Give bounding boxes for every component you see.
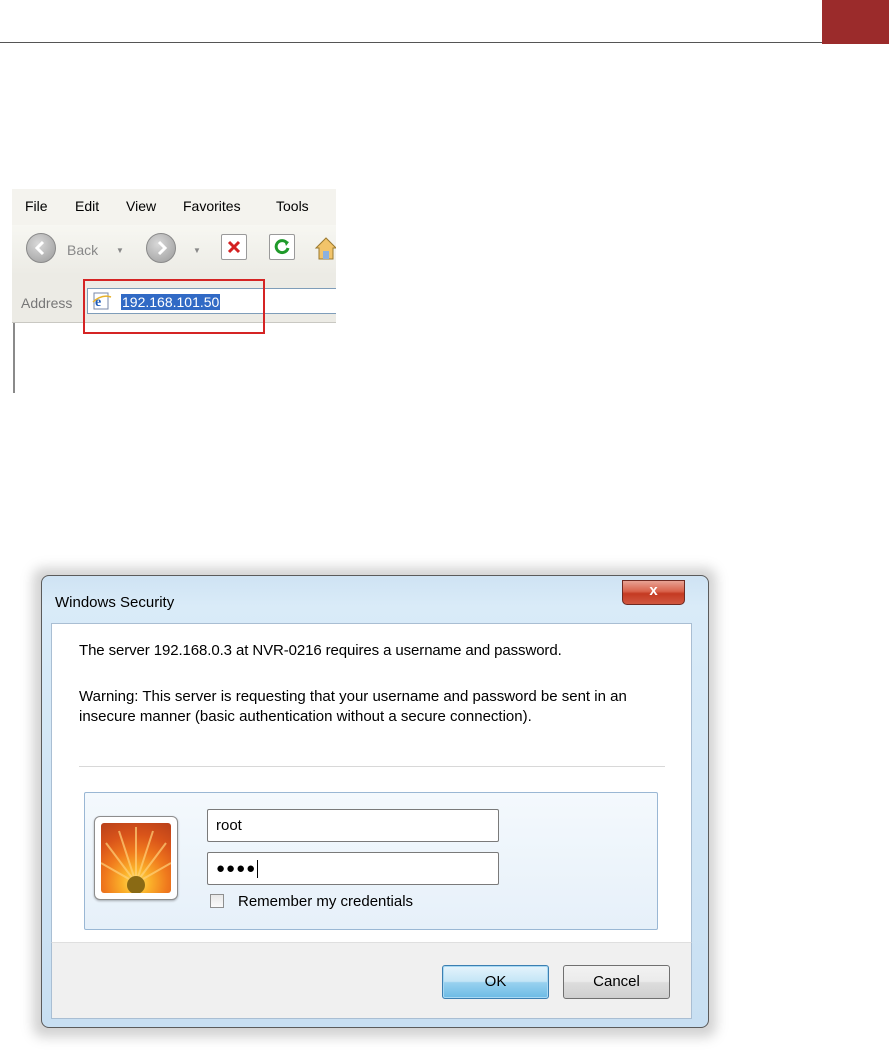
dialog-title: Windows Security bbox=[55, 594, 175, 611]
menu-edit[interactable]: Edit bbox=[75, 198, 99, 214]
remember-checkbox[interactable] bbox=[210, 894, 224, 908]
menu-file[interactable]: File bbox=[25, 198, 48, 214]
server-message: The server 192.168.0.3 at NVR-0216 requi… bbox=[79, 642, 562, 659]
header-rule bbox=[0, 42, 822, 43]
forward-dropdown-icon[interactable]: ▼ bbox=[193, 246, 201, 255]
stop-icon bbox=[227, 240, 241, 254]
cancel-button[interactable]: Cancel bbox=[563, 965, 670, 999]
username-value: root bbox=[216, 817, 242, 834]
windows-security-dialog: Windows Security x The server 192.168.0.… bbox=[41, 575, 709, 1028]
remember-label[interactable]: Remember my credentials bbox=[238, 893, 413, 910]
user-avatar-flower-icon bbox=[101, 823, 171, 893]
address-label: Address bbox=[21, 295, 73, 311]
browser-content-edge bbox=[13, 323, 15, 393]
divider bbox=[79, 766, 665, 767]
password-input[interactable]: ●●●● bbox=[207, 852, 499, 885]
menu-favorites[interactable]: Favorites bbox=[183, 198, 241, 214]
stop-button[interactable] bbox=[221, 234, 247, 260]
back-arrow-icon bbox=[34, 240, 45, 256]
back-button[interactable] bbox=[26, 233, 56, 263]
ok-button[interactable]: OK bbox=[442, 965, 549, 999]
menu-tools[interactable]: Tools bbox=[276, 198, 309, 214]
warning-message: Warning: This server is requesting that … bbox=[79, 688, 627, 725]
user-tile bbox=[94, 816, 178, 900]
refresh-button[interactable] bbox=[269, 234, 295, 260]
dialog-body: The server 192.168.0.3 at NVR-0216 requi… bbox=[51, 623, 692, 943]
dialog-footer: OK Cancel bbox=[51, 942, 692, 1019]
back-label: Back bbox=[67, 242, 99, 258]
flower-petals-icon bbox=[101, 827, 171, 893]
credential-panel[interactable]: root ●●●● Remember my credentials bbox=[84, 792, 658, 930]
browser-toolbar: Back ▼ ▼ bbox=[12, 225, 336, 275]
username-input[interactable]: root bbox=[207, 809, 499, 842]
header-accent-tab bbox=[822, 0, 889, 44]
home-button[interactable] bbox=[313, 235, 336, 261]
refresh-icon bbox=[274, 239, 290, 255]
close-icon: x bbox=[649, 582, 658, 599]
back-dropdown-icon[interactable]: ▼ bbox=[116, 246, 124, 255]
text-caret bbox=[257, 860, 259, 879]
home-icon bbox=[314, 237, 336, 260]
browser-menubar: File Edit View Favorites Tools bbox=[12, 189, 336, 225]
menu-view[interactable]: View bbox=[126, 198, 156, 214]
forward-arrow-icon bbox=[157, 240, 168, 256]
address-highlight-box bbox=[83, 279, 265, 334]
password-mask: ●●●● bbox=[216, 860, 257, 877]
forward-button[interactable] bbox=[146, 233, 176, 263]
close-button[interactable]: x bbox=[622, 580, 685, 605]
